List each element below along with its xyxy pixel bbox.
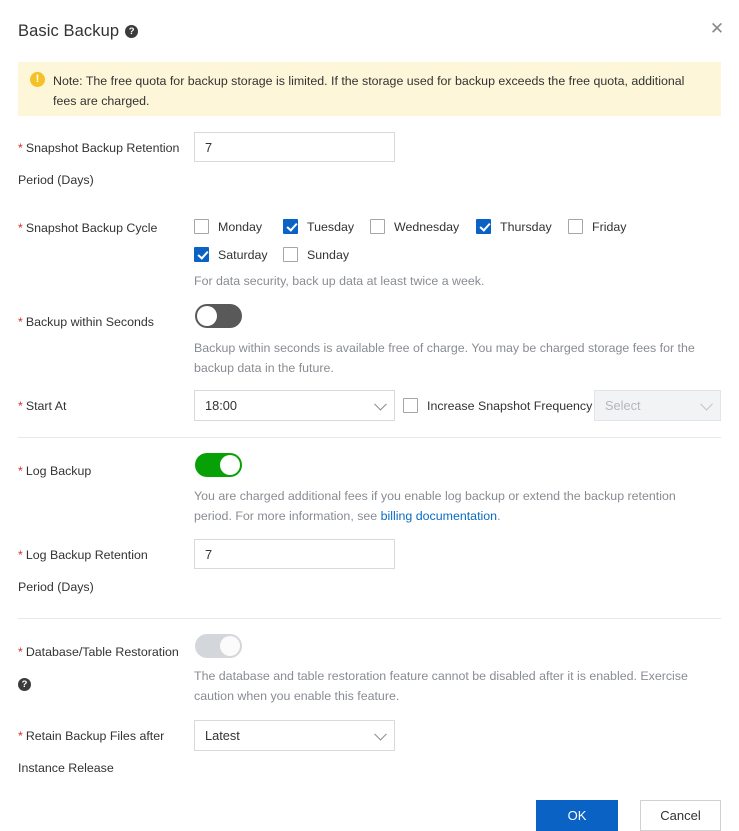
- backup-within-seconds-label-text: Backup within Seconds: [25, 315, 154, 329]
- checkbox-box: [283, 219, 298, 234]
- checkbox-sunday[interactable]: Sunday: [283, 247, 349, 262]
- retain-backup-files-select[interactable]: Latest: [194, 720, 395, 751]
- db-table-restoration-hint: The database and table restoration featu…: [194, 669, 688, 703]
- dialog-header: Basic Backup? ✕: [0, 0, 739, 55]
- required-marker: *: [18, 464, 23, 478]
- checkbox-friday[interactable]: Friday: [568, 219, 626, 234]
- dialog-title-text: Basic Backup: [18, 22, 120, 40]
- log-backup-retention-label: * Log Backup Retention: [18, 547, 190, 564]
- required-marker: *: [18, 221, 23, 235]
- checkbox-monday[interactable]: Monday: [194, 219, 262, 234]
- log-backup-label-text: Log Backup: [25, 464, 92, 478]
- retain-backup-files-label-line2: Instance Release: [18, 761, 114, 775]
- db-table-restoration-toggle[interactable]: [195, 634, 242, 658]
- checkbox-label: Increase Snapshot Frequency: [427, 398, 593, 413]
- checkbox-box: [370, 219, 385, 234]
- log-backup-retention-label-text: Log Backup Retention: [25, 548, 148, 562]
- db-table-restoration-help[interactable]: ?: [18, 676, 31, 694]
- help-circle-icon[interactable]: ?: [18, 678, 31, 691]
- warning-exclamation-icon: !: [30, 72, 45, 87]
- chevron-down-icon: [374, 397, 387, 411]
- retain-backup-files-label-text: Retain Backup Files after: [25, 729, 165, 743]
- quota-notice-banner: ! Note: The free quota for backup storag…: [18, 62, 721, 116]
- db-table-restoration-label: * Database/Table Restoration: [18, 644, 203, 661]
- log-backup-label: * Log Backup: [18, 463, 190, 480]
- checkbox-label: Saturday: [218, 247, 268, 262]
- snapshot-retention-label-text: Snapshot Backup Retention: [25, 141, 180, 155]
- backup-within-seconds-toggle[interactable]: [195, 304, 242, 328]
- close-icon[interactable]: ✕: [707, 19, 727, 39]
- snapshot-cycle-hint: For data security, back up data at least…: [194, 274, 485, 288]
- retain-backup-files-label: * Retain Backup Files after: [18, 728, 190, 745]
- start-at-label: * Start At: [18, 398, 190, 415]
- cancel-button[interactable]: Cancel: [640, 800, 721, 831]
- increase-snapshot-frequency-checkbox[interactable]: Increase Snapshot Frequency: [403, 398, 592, 413]
- log-backup-toggle[interactable]: [195, 453, 242, 477]
- toggle-knob: [220, 455, 240, 475]
- snapshot-retention-label: * Snapshot Backup Retention: [18, 140, 190, 157]
- required-marker: *: [18, 548, 23, 562]
- required-marker: *: [18, 315, 23, 329]
- snapshot-retention-label-line2: Period (Days): [18, 173, 94, 187]
- db-table-restoration-label-text: Database/Table Restoration: [25, 645, 179, 659]
- log-backup-retention-label-line2: Period (Days): [18, 580, 94, 594]
- checkbox-label: Tuesday: [307, 219, 355, 234]
- start-at-value: 18:00: [205, 398, 238, 413]
- checkbox-box: [283, 247, 298, 262]
- checkbox-label: Friday: [592, 219, 627, 234]
- checkbox-label: Wednesday: [394, 219, 460, 234]
- start-at-label-text: Start At: [25, 399, 67, 413]
- snapshot-retention-value: 7: [205, 139, 213, 155]
- log-backup-hint-period: .: [497, 509, 501, 523]
- required-marker: *: [18, 141, 23, 155]
- backup-within-seconds-label: * Backup within Seconds: [18, 314, 190, 331]
- checkbox-box: [476, 219, 491, 234]
- checkbox-box: [194, 247, 209, 262]
- notice-text: Note: The free quota for backup storage …: [53, 74, 685, 108]
- snapshot-retention-input[interactable]: 7: [194, 132, 395, 162]
- required-marker: *: [18, 729, 23, 743]
- start-at-select[interactable]: 18:00: [194, 390, 395, 421]
- chevron-down-icon: [700, 397, 713, 411]
- snapshot-frequency-select[interactable]: Select: [594, 390, 721, 421]
- backup-within-seconds-hint: Backup within seconds is available free …: [194, 341, 695, 375]
- page-title: Basic Backup?: [18, 22, 139, 41]
- checkbox-saturday[interactable]: Saturday: [194, 247, 268, 262]
- snapshot-cycle-label: * Snapshot Backup Cycle: [18, 220, 190, 237]
- chevron-down-icon: [374, 727, 387, 741]
- basic-backup-dialog: Basic Backup? ✕ ! Note: The free quota f…: [0, 0, 739, 831]
- snapshot-frequency-value: Select: [605, 398, 641, 413]
- checkbox-tuesday[interactable]: Tuesday: [283, 219, 354, 234]
- billing-documentation-link[interactable]: billing documentation: [381, 509, 497, 523]
- checkbox-box: [194, 219, 209, 234]
- checkbox-thursday[interactable]: Thursday: [476, 219, 552, 234]
- section-divider-log-backup: [18, 437, 721, 438]
- log-backup-retention-input[interactable]: 7: [194, 539, 395, 569]
- snapshot-cycle-label-text: Snapshot Backup Cycle: [25, 221, 158, 235]
- checkbox-label: Sunday: [307, 247, 350, 262]
- checkbox-box: [403, 398, 418, 413]
- log-backup-hint: You are charged additional fees if you e…: [194, 486, 716, 526]
- retain-backup-files-value: Latest: [205, 728, 240, 743]
- help-circle-icon[interactable]: ?: [125, 25, 139, 38]
- toggle-knob: [197, 306, 217, 326]
- log-backup-retention-value: 7: [205, 546, 213, 562]
- toggle-knob: [220, 636, 240, 656]
- ok-button[interactable]: OK: [536, 800, 618, 831]
- checkbox-box: [568, 219, 583, 234]
- dialog-footer: OK Cancel: [0, 786, 739, 831]
- checkbox-wednesday[interactable]: Wednesday: [370, 219, 459, 234]
- section-divider-restoration: [18, 618, 721, 619]
- required-marker: *: [18, 399, 23, 413]
- checkbox-label: Thursday: [500, 219, 552, 234]
- checkbox-label: Monday: [218, 219, 263, 234]
- required-marker: *: [18, 645, 23, 659]
